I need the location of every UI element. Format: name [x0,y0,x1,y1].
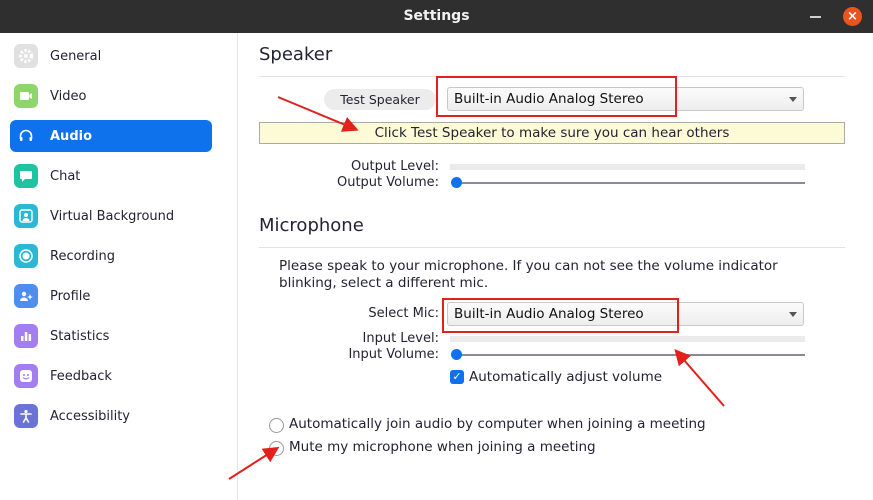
auto-join-audio-checkbox[interactable] [269,418,284,433]
sidebar-item-feedback[interactable]: Feedback [10,360,212,392]
sidebar-item-label: Video [50,88,87,104]
input-level-meter [450,336,805,342]
mute-on-join-label: Mute my microphone when joining a meetin… [289,439,596,455]
test-speaker-button[interactable]: Test Speaker [324,89,436,110]
sidebar-item-label: Virtual Background [50,208,175,224]
person-background-icon [14,204,38,228]
output-volume-label: Output Volume: [336,175,439,190]
window-title: Settings [403,8,470,24]
chat-bubble-icon [14,164,38,188]
sidebar-item-general[interactable]: General [10,40,212,72]
record-icon [14,244,38,268]
highlight-box [442,298,679,333]
auto-adjust-volume-label: Automatically adjust volume [469,369,663,385]
mute-on-join-checkbox[interactable] [269,441,284,456]
sidebar-item-statistics[interactable]: Statistics [10,320,212,352]
title-bar: Settings × [0,0,873,33]
close-button[interactable]: × [843,7,862,26]
input-volume-label: Input Volume: [348,347,439,362]
arrow-annotation [674,348,725,407]
sidebar-item-virtual-background[interactable]: Virtual Background [10,200,212,232]
auto-join-audio-label: Automatically join audio by computer whe… [289,416,706,432]
sidebar-item-label: Statistics [50,328,110,344]
output-volume-slider[interactable] [455,182,805,184]
sidebar-item-label: Profile [50,288,91,304]
sidebar-item-profile[interactable]: Profile [10,280,212,312]
sidebar-item-label: Accessibility [50,408,130,424]
microphone-heading: Microphone [259,215,364,236]
sidebar: General Video Audio Chat Virtual Backgro… [0,33,238,500]
minimize-button[interactable] [810,16,821,18]
headphones-icon [14,124,38,148]
sidebar-item-label: Chat [50,168,81,184]
input-volume-slider[interactable] [455,354,805,356]
sidebar-item-label: Recording [50,248,116,264]
chevron-down-icon [789,312,797,317]
sidebar-item-label: Feedback [50,368,112,384]
divider [259,247,845,248]
sidebar-item-video[interactable]: Video [10,80,212,112]
output-volume-thumb[interactable] [451,177,462,188]
accessibility-person-icon [14,404,38,428]
speaker-heading: Speaker [259,44,333,65]
input-level-label: Input Level: [362,331,440,346]
chevron-down-icon [789,97,797,102]
sidebar-item-label: General [50,48,102,64]
sidebar-item-audio[interactable]: Audio [10,120,212,152]
speaker-hint: Click Test Speaker to make sure you can … [259,122,845,144]
highlight-box [436,76,677,117]
sidebar-item-recording[interactable]: Recording [10,240,212,272]
bar-chart-icon [14,324,38,348]
smiley-face-icon [14,364,38,388]
sidebar-item-chat[interactable]: Chat [10,160,212,192]
output-level-meter [450,164,805,170]
sidebar-item-label: Audio [50,128,93,144]
microphone-instructions: Please speak to your microphone. If you … [279,258,778,291]
gear-icon [14,44,38,68]
input-volume-thumb[interactable] [451,349,462,360]
profile-sparkle-icon [14,284,38,308]
sidebar-item-accessibility[interactable]: Accessibility [10,400,212,432]
auto-adjust-volume-checkbox[interactable]: ✓ [450,370,464,384]
output-level-label: Output Level: [351,159,439,174]
video-camera-icon [14,84,38,108]
select-mic-label: Select Mic: [368,306,439,321]
